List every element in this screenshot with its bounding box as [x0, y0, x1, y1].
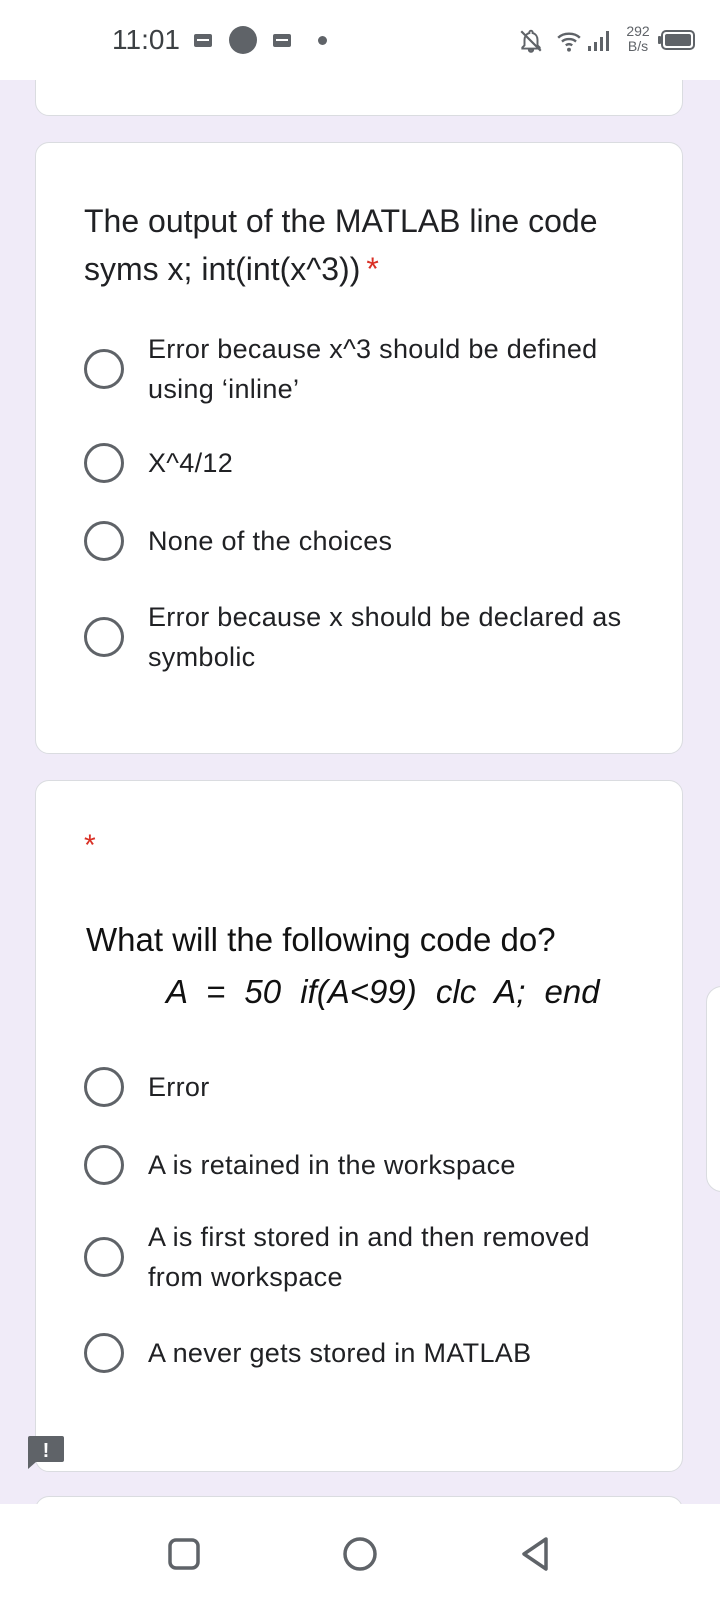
- battery-icon: [658, 30, 695, 50]
- report-icon[interactable]: !: [26, 1434, 66, 1470]
- question-2-option-1[interactable]: Error: [84, 1067, 644, 1107]
- message-icon: [273, 34, 291, 47]
- side-panel-handle[interactable]: [706, 986, 720, 1192]
- question-1-option-1[interactable]: Error because x^3 should be defined usin…: [84, 329, 644, 409]
- option-label: A is retained in the workspace: [148, 1150, 516, 1180]
- option-label: X^4/12: [148, 448, 234, 478]
- radio-button[interactable]: [84, 1237, 124, 1277]
- question-1-title-line2: syms x; int(int(x^3)): [84, 251, 361, 287]
- radio-button[interactable]: [84, 521, 124, 561]
- question-2-image-heading: What will the following code do?: [86, 921, 556, 958]
- question-2-option-4[interactable]: A never gets stored in MATLAB: [84, 1333, 644, 1373]
- question-2-image: What will the following code do? A = 50 …: [86, 921, 626, 1041]
- question-card-1: The output of the MATLAB line code syms …: [35, 142, 683, 754]
- question-2-option-2[interactable]: A is retained in the workspace: [84, 1145, 644, 1185]
- question-1-option-4[interactable]: Error because x should be declared as sy…: [84, 597, 644, 677]
- network-speed-value: 292: [626, 23, 650, 39]
- status-bar: 11:01 292 B/s: [0, 0, 720, 80]
- home-icon[interactable]: [340, 1534, 380, 1574]
- network-speed: 292 B/s: [622, 24, 654, 54]
- recent-apps-icon[interactable]: [164, 1534, 204, 1574]
- signal-icon: [588, 31, 609, 51]
- question-1-title-line1: The output of the MATLAB line code: [84, 203, 598, 239]
- wifi-icon: [557, 32, 581, 52]
- question-card-2: * What will the following code do? A = 5…: [35, 780, 683, 1472]
- option-label: A never gets stored in MATLAB: [148, 1338, 532, 1368]
- option-label: Error because x should be declared as sy…: [148, 602, 622, 672]
- network-speed-unit: B/s: [627, 38, 649, 54]
- report-badge-text: !: [43, 1440, 50, 1462]
- question-1-title: The output of the MATLAB line code syms …: [84, 197, 644, 293]
- required-asterisk: *: [84, 829, 96, 862]
- option-label: None of the choices: [148, 526, 393, 556]
- question-2-image-code: A = 50 if(A<99) clc A; end: [166, 973, 600, 1010]
- option-label: Error: [148, 1072, 210, 1102]
- radio-button[interactable]: [84, 443, 124, 483]
- question-1-option-2[interactable]: X^4/12: [84, 443, 644, 483]
- dot-icon: [318, 36, 327, 45]
- navigation-bar: [0, 1504, 720, 1600]
- required-asterisk: *: [366, 251, 379, 287]
- bell-off-icon: [520, 29, 542, 53]
- radio-button[interactable]: [84, 1333, 124, 1373]
- circle-notification-icon: [229, 26, 257, 54]
- radio-button[interactable]: [84, 1145, 124, 1185]
- radio-button[interactable]: [84, 349, 124, 389]
- message-icon: [194, 34, 212, 47]
- radio-button[interactable]: [84, 617, 124, 657]
- back-icon[interactable]: [516, 1534, 556, 1574]
- radio-button[interactable]: [84, 1067, 124, 1107]
- status-time: 11:01: [112, 24, 180, 55]
- question-2-option-3[interactable]: A is first stored in and then removed fr…: [84, 1217, 644, 1297]
- option-label: A is first stored in and then removed fr…: [148, 1222, 590, 1292]
- question-1-option-3[interactable]: None of the choices: [84, 521, 644, 561]
- option-label: Error because x^3 should be defined usin…: [148, 334, 598, 404]
